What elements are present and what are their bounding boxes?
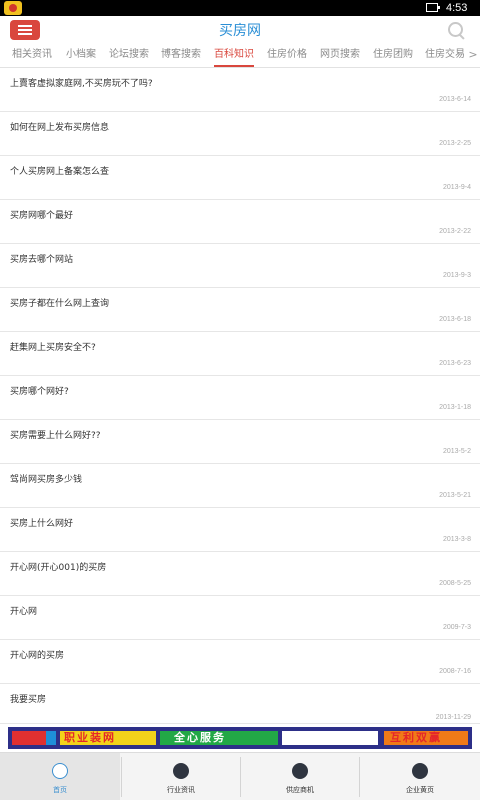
list-item[interactable]: 开心网 2009-7-3 <box>0 596 480 640</box>
article-date: 2009-7-3 <box>442 624 471 631</box>
search-button[interactable] <box>446 20 466 40</box>
article-date: 2013-2-22 <box>439 228 471 235</box>
document-icon <box>412 763 428 779</box>
banner-block-blue <box>46 731 56 745</box>
article-date: 2008-5-25 <box>439 580 471 587</box>
article-title: 买房网哪个最好 <box>10 211 74 221</box>
home-icon <box>52 763 68 779</box>
tab-housing-price[interactable]: 住房价格 <box>267 46 307 67</box>
tab-blog-search[interactable]: 博客搜索 <box>161 46 201 67</box>
article-date: 2013-6-18 <box>439 316 471 323</box>
chat-icon <box>292 763 308 779</box>
nav-label: 企业黄页 <box>406 786 434 794</box>
menu-button[interactable] <box>10 20 40 40</box>
article-date: 2013-6-14 <box>439 96 471 103</box>
list-item[interactable]: 如何在网上发布买房信息 2013-2-25 <box>0 112 480 156</box>
list-item[interactable]: 买房需要上什么网好?? 2013-5-2 <box>0 420 480 464</box>
article-title: 买房上什么网好 <box>10 519 74 529</box>
tab-group-buying[interactable]: 住房团购 <box>373 46 413 67</box>
banner-text-1: 职业装网 <box>64 731 116 744</box>
list-item[interactable]: 买房上什么网好 2013-3-8 <box>0 508 480 552</box>
tab-encyclopedia[interactable]: 百科知识 <box>214 46 254 67</box>
nav-label: 供应商机 <box>286 786 314 794</box>
list-item[interactable]: 上賣客虚拟家庭网,不买房玩不了吗? 2013-6-14 <box>0 68 480 112</box>
menu-icon-line <box>18 33 32 35</box>
nav-label: 首页 <box>53 786 67 794</box>
ad-banner[interactable]: 职业装网 全心服务 诚挚合作 互利双赢 <box>8 727 472 749</box>
article-title: 买房需要上什么网好?? <box>10 431 101 441</box>
bottom-navigation: 首页 行业资讯 供应商机 企业黄页 <box>0 752 480 800</box>
tab-forum-search[interactable]: 论坛搜索 <box>109 46 149 67</box>
article-date: 2013-6-23 <box>439 360 471 367</box>
article-title: 上賣客虚拟家庭网,不买房玩不了吗? <box>10 79 153 89</box>
article-title: 买房去哪个网站 <box>10 255 74 265</box>
list-item[interactable]: 驾尚网买房多少钱 2013-5-21 <box>0 464 480 508</box>
nav-supply-opportunities[interactable]: 供应商机 <box>240 753 360 800</box>
app-notification-icon <box>4 1 22 15</box>
article-date: 2013-5-21 <box>439 492 471 499</box>
nav-label: 行业资讯 <box>167 786 195 794</box>
article-title: 如何在网上发布买房信息 <box>10 123 110 133</box>
article-date: 2013-1-18 <box>439 404 471 411</box>
tab-web-search[interactable]: 网页搜索 <box>320 46 360 67</box>
list-item[interactable]: 买房网哪个最好 2013-2-22 <box>0 200 480 244</box>
menu-icon-line <box>18 29 32 31</box>
article-title: 开心网 <box>10 607 38 617</box>
article-title: 我要买房 <box>10 695 47 705</box>
article-title: 开心网(开心001)的买房 <box>10 563 107 573</box>
list-item[interactable]: 个人买房网上备案怎么查 2013-9-4 <box>0 156 480 200</box>
article-date: 2013-9-3 <box>442 272 471 279</box>
list-item[interactable]: 买房哪个网好? 2013-1-18 <box>0 376 480 420</box>
tab-profile[interactable]: 小档案 <box>66 46 96 67</box>
nav-industry-news[interactable]: 行业资讯 <box>121 753 241 800</box>
article-date: 2013-3-8 <box>442 536 471 543</box>
article-title: 个人买房网上备案怎么查 <box>10 167 110 177</box>
article-title: 驾尚网买房多少钱 <box>10 475 83 485</box>
chevron-right-icon[interactable]: > <box>466 46 480 67</box>
nav-home[interactable]: 首页 <box>0 753 120 800</box>
article-title: 买房子都在什么网上查询 <box>10 299 110 309</box>
article-date: 2013-11-29 <box>435 714 471 721</box>
tab-related-news[interactable]: 相关资讯 <box>12 46 52 67</box>
status-time: 4:53 <box>446 2 468 14</box>
banner-block-red <box>12 731 46 745</box>
status-bar: 4:53 <box>0 0 480 16</box>
list-item[interactable]: 赶集网上买房安全不? 2013-6-23 <box>0 332 480 376</box>
article-title: 买房哪个网好? <box>10 387 69 397</box>
article-date: 2013-9-4 <box>442 184 471 191</box>
category-tabs: 相关资讯 小档案 论坛搜索 博客搜索 百科知识 住房价格 网页搜索 住房团购 住… <box>0 46 480 68</box>
article-title: 赶集网上买房安全不? <box>10 343 96 353</box>
article-date: 2013-2-25 <box>439 140 471 147</box>
article-date: 2013-5-2 <box>442 448 471 455</box>
banner-text-3: 诚挚合作 <box>288 731 340 744</box>
list-item[interactable]: 买房子都在什么网上查询 2013-6-18 <box>0 288 480 332</box>
list-item[interactable]: 买房去哪个网站 2013-9-3 <box>0 244 480 288</box>
app-bar <box>0 16 480 46</box>
search-icon-handle <box>458 33 465 40</box>
tab-housing-trade[interactable]: 住房交易 <box>425 46 465 67</box>
nav-business-directory[interactable]: 企业黄页 <box>360 753 480 800</box>
list-item[interactable]: 我要买房 2013-11-29 <box>0 684 480 724</box>
menu-icon-line <box>18 25 32 27</box>
article-title: 开心网的买房 <box>10 651 65 661</box>
banner-text-4: 互利双赢 <box>390 731 442 744</box>
banner-text-2: 全心服务 <box>174 731 226 744</box>
list-item[interactable]: 开心网的买房 2008-7-16 <box>0 640 480 684</box>
article-date: 2008-7-16 <box>439 668 471 675</box>
list-item[interactable]: 开心网(开心001)的买房 2008-5-25 <box>0 552 480 596</box>
battery-icon <box>426 3 440 12</box>
book-icon <box>173 763 189 779</box>
